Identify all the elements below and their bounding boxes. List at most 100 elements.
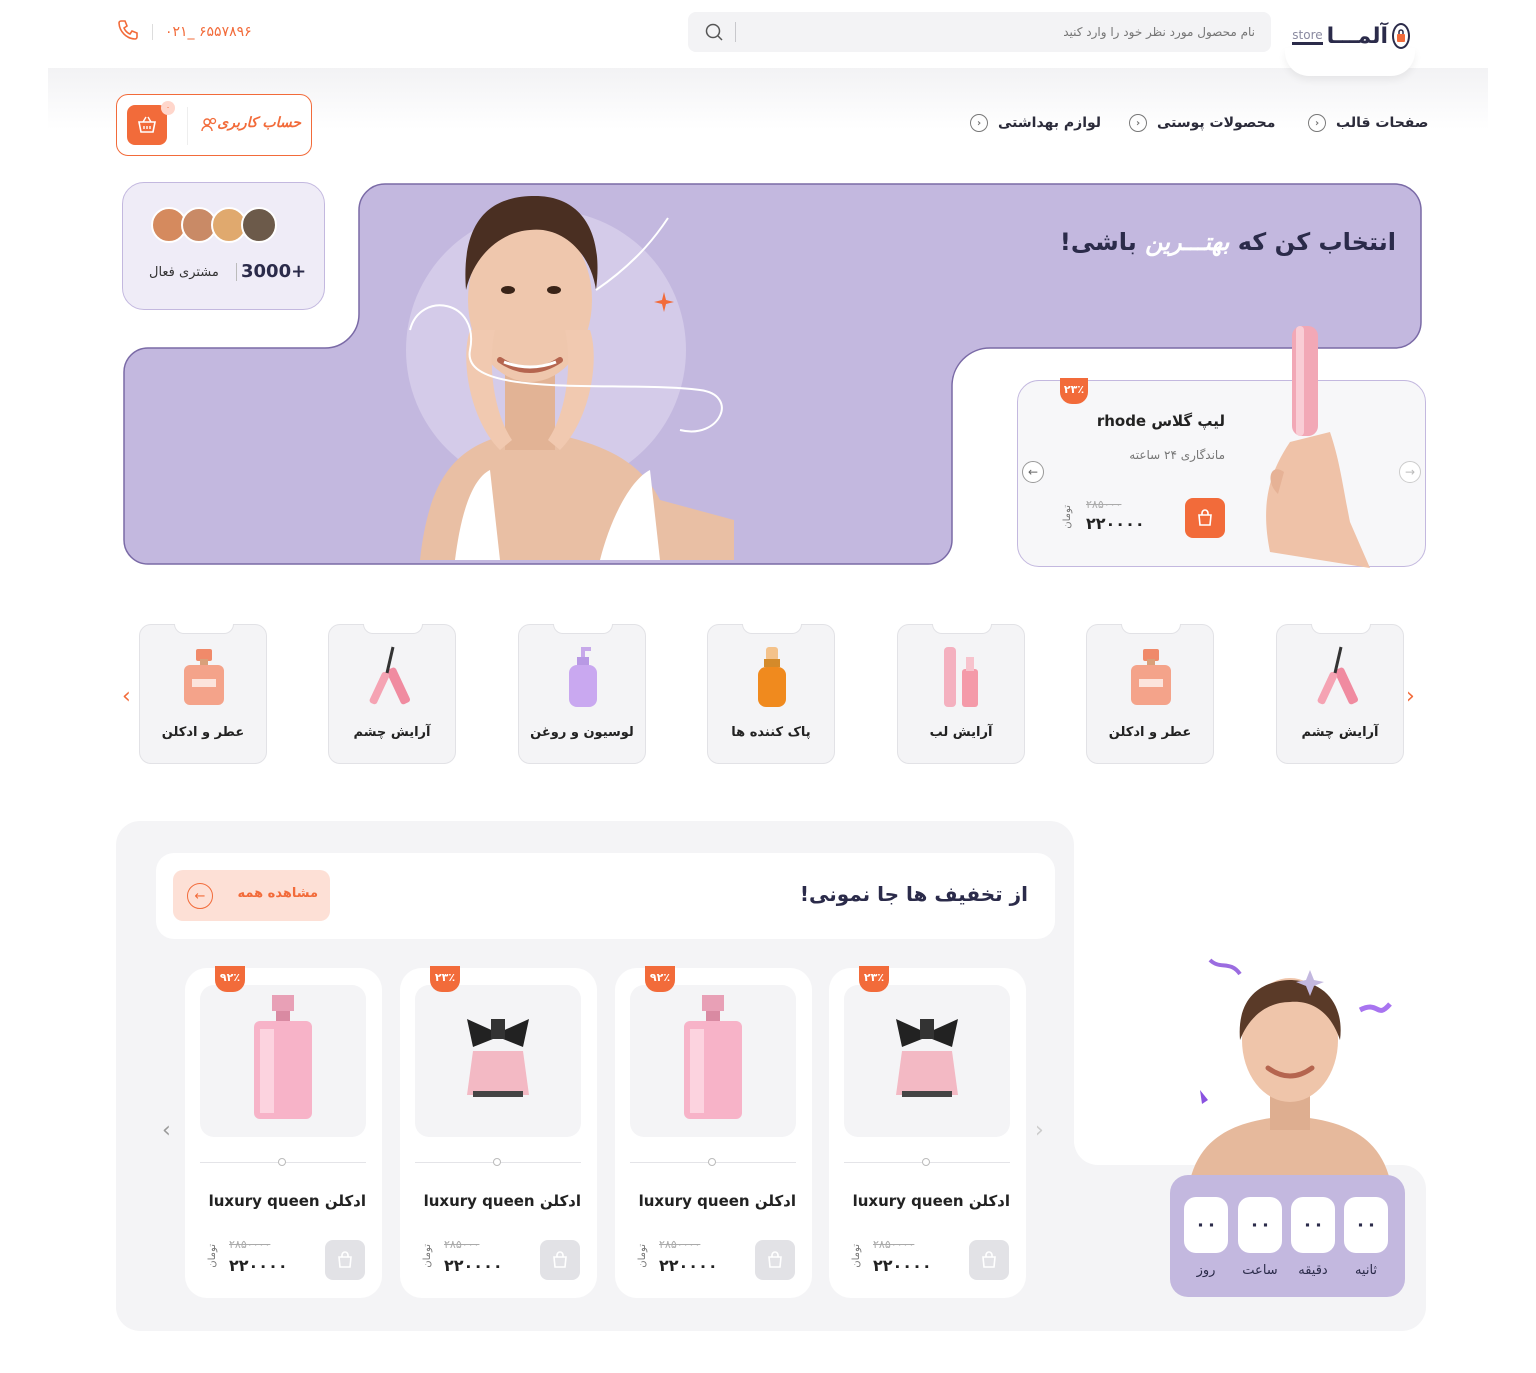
card-notch <box>742 624 802 634</box>
product-image <box>844 985 1010 1137</box>
product-name: ادکلن luxury queen <box>423 1192 581 1210</box>
see-all-button[interactable]: مشاهده همه ← <box>173 870 330 921</box>
serum-icon <box>758 647 786 707</box>
headline-start: انتخاب کن که <box>1237 228 1396 256</box>
divider-dot <box>493 1158 501 1166</box>
old-price: ۲۸۵۰۰۰۰ <box>229 1238 271 1251</box>
stat-divider <box>236 263 237 281</box>
divider-dot <box>922 1158 930 1166</box>
mascara-icon <box>369 646 410 705</box>
add-to-cart-button[interactable] <box>969 1240 1009 1280</box>
hero-next-arrow[interactable]: → <box>1399 461 1421 483</box>
currency: تومان <box>637 1244 648 1268</box>
discount-badge: ۹۲٪ <box>215 966 245 992</box>
add-to-cart-button[interactable] <box>755 1240 795 1280</box>
product-name: ادکلن luxury queen <box>852 1192 1010 1210</box>
card-notch <box>174 624 234 634</box>
old-price: ۲۸۵۰۰۰۰ <box>873 1238 915 1251</box>
lipgloss-hand-image <box>1266 326 1370 568</box>
see-all-label: مشاهده همه <box>237 886 319 901</box>
category-card[interactable]: آرایش چشم <box>1276 624 1404 764</box>
product-image <box>415 985 581 1137</box>
currency: تومان <box>851 1244 862 1268</box>
price: ۲۲۰۰۰۰ <box>229 1256 288 1275</box>
mascara-icon <box>1317 646 1358 705</box>
products-next-arrow[interactable]: › <box>1035 1118 1044 1143</box>
category-label: آرایش چشم <box>353 725 431 740</box>
pink-perfume-icon <box>254 995 312 1119</box>
arrow-left-icon: ← <box>187 883 213 909</box>
price: ۲۲۰۰۰۰ <box>659 1256 718 1275</box>
price: ۲۲۰۰۰۰ <box>444 1256 503 1275</box>
add-to-cart-button[interactable] <box>325 1240 365 1280</box>
old-price: ۲۸۵۰۰۰ <box>1086 498 1122 511</box>
chevron-left-icon: ‹ <box>122 684 131 709</box>
discount-badge: ۲۳٪ <box>1060 378 1088 404</box>
category-label: آرایش چشم <box>1301 725 1379 740</box>
hero-headline: انتخاب کن که بهتـــرین باشی! <box>1060 228 1396 256</box>
perfume-icon <box>1131 649 1171 705</box>
product-image <box>200 985 366 1137</box>
card-notch <box>553 624 613 634</box>
shopping-bag-icon <box>982 1251 996 1268</box>
product-card[interactable]: ۲۳٪ ادکلن luxury queen ۲۸۵۰۰۰۰ ۲۲۰۰۰۰ تو… <box>829 966 1026 1298</box>
seconds-label: ثانیه <box>1354 1263 1378 1278</box>
shopping-bag-icon <box>553 1251 567 1268</box>
price: ۲۲۰۰۰۰ <box>873 1256 932 1275</box>
chevron-right-icon: › <box>1035 1118 1044 1143</box>
perfume-icon <box>184 649 224 705</box>
hero-prev-arrow[interactable]: ← <box>1022 461 1044 483</box>
countdown-timer: ۰۰ ۰۰ ۰۰ ۰۰ ثانیه دقیقه ساعت روز <box>1170 1175 1405 1297</box>
category-label: پاک کننده ها <box>731 725 811 740</box>
minutes-label: دقیقه <box>1298 1263 1328 1278</box>
chevron-left-icon: ‹ <box>162 1118 171 1143</box>
category-card[interactable]: عطر و ادکلن <box>1086 624 1214 764</box>
shopping-bag-icon <box>768 1251 782 1268</box>
add-to-cart-button[interactable] <box>1185 498 1225 538</box>
countdown-minutes: ۰۰ <box>1291 1197 1335 1253</box>
pink-perfume-icon <box>684 995 742 1119</box>
category-prev-arrow[interactable]: ‹ <box>122 684 131 709</box>
product-title[interactable]: لیپ گلاس rhode <box>1097 412 1225 430</box>
card-notch <box>363 624 423 634</box>
category-card[interactable]: آرایش چشم <box>328 624 456 764</box>
product-card[interactable]: ۹۲٪ ادکلن luxury queen ۲۸۵۰۰۰۰ ۲۲۰۰۰۰ تو… <box>185 966 382 1298</box>
lotion-icon <box>569 647 597 707</box>
category-card[interactable]: لوسیون و روغن <box>518 624 646 764</box>
days-label: روز <box>1196 1263 1216 1278</box>
old-price: ۲۸۵۰۰۰۰ <box>659 1238 701 1251</box>
shopping-bag-icon <box>1198 509 1212 526</box>
headline-end: باشی! <box>1059 228 1137 256</box>
active-customers-card: 3000+ مشتری فعال <box>122 182 325 310</box>
category-label: عطر و ادکلن <box>161 725 245 740</box>
category-card[interactable]: آرایش لب <box>897 624 1025 764</box>
currency: تومان <box>422 1244 433 1268</box>
category-next-arrow[interactable]: › <box>1406 684 1415 709</box>
arrow-right-icon: → <box>1404 465 1416 479</box>
product-card[interactable]: ۲۳٪ ادکلن luxury queen ۲۸۵۰۰۰ ۲۲۰۰۰۰ توم… <box>400 966 597 1298</box>
countdown-seconds: ۰۰ <box>1344 1197 1388 1253</box>
chevron-right-icon: › <box>1406 684 1415 709</box>
category-card[interactable]: عطر و ادکلن <box>139 624 267 764</box>
black-bow-perfume-icon <box>896 1019 958 1097</box>
category-label: لوسیون و روغن <box>530 725 634 740</box>
products-prev-arrow[interactable]: ‹ <box>162 1118 171 1143</box>
product-card[interactable]: ۹۲٪ ادکلن luxury queen ۲۸۵۰۰۰۰ ۲۲۰۰۰۰ تو… <box>615 966 812 1298</box>
category-card[interactable]: پاک کننده ها <box>707 624 835 764</box>
card-notch <box>1121 624 1181 634</box>
add-to-cart-button[interactable] <box>540 1240 580 1280</box>
countdown-hours: ۰۰ <box>1238 1197 1282 1253</box>
avatar-group <box>151 207 277 243</box>
customers-count: 3000+ <box>241 261 307 282</box>
divider-dot <box>708 1158 716 1166</box>
avatar <box>241 207 277 243</box>
shopping-bag-icon <box>338 1251 352 1268</box>
lipgloss-icon <box>944 647 978 707</box>
price: ۲۲۰۰۰۰ <box>1086 514 1145 533</box>
currency: تومان <box>207 1244 218 1268</box>
product-subtitle: ماندگاری ۲۴ ساعته <box>1129 448 1225 462</box>
product-name: ادکلن luxury queen <box>638 1192 796 1210</box>
discount-badge: ۹۲٪ <box>645 966 675 992</box>
arrow-left-icon: ← <box>1027 465 1039 479</box>
discount-title: از تخفیف ها جا نمونی! <box>799 882 1028 906</box>
